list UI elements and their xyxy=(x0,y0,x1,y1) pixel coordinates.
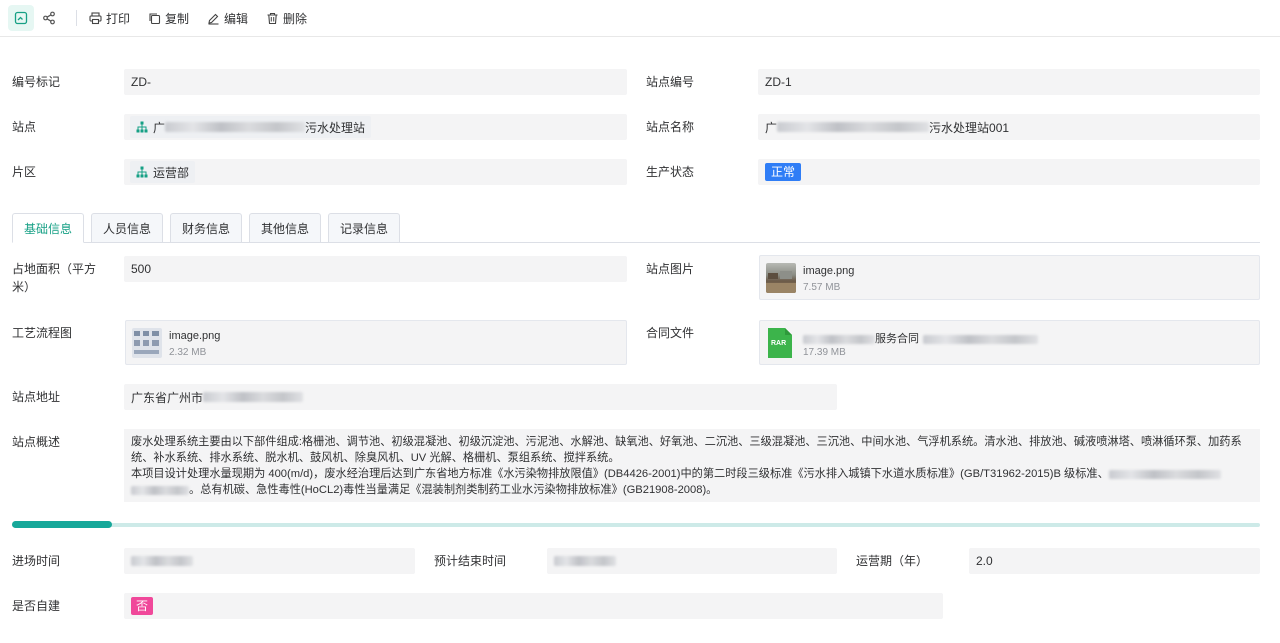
process-flow-file[interactable]: image.png 2.32 MB xyxy=(125,320,627,365)
file-size: 17.39 MB xyxy=(803,347,846,358)
share-icon[interactable] xyxy=(36,5,62,31)
operation-period-field: 2.0 xyxy=(969,548,1260,574)
overview-label: 站点概述 xyxy=(12,435,61,449)
station-name-prefix: 广 xyxy=(765,120,778,135)
address-label: 站点地址 xyxy=(12,390,61,404)
overview-line: 本项目设计处理水量现期为 400(m/d)，废水经治理后达到广东省地方标准《水污… xyxy=(131,466,1253,482)
overview-line-3: 本项目设计处理水量现期为 400(m/d)，废水经治理后达到广东省地方标准《水污… xyxy=(131,468,1109,480)
redacted-text xyxy=(131,485,189,495)
image-thumbnail xyxy=(132,328,162,358)
redacted-text xyxy=(203,392,304,402)
copy-label: 复制 xyxy=(165,11,190,26)
tab-record-info[interactable]: 记录信息 xyxy=(328,213,400,243)
land-area-label: 占地面积（平方米） xyxy=(12,262,97,294)
tab-personnel-info[interactable]: 人员信息 xyxy=(91,213,163,243)
overview-line-4: 。总有机碳、急性毒性(HoCL2)毒性当量满足《混装制剂类制药工业水污染物排放标… xyxy=(189,484,718,496)
station-name-label: 站点名称 xyxy=(646,120,695,134)
copy-button[interactable]: 复制 xyxy=(148,10,189,27)
self-built-badge: 否 xyxy=(131,597,154,615)
delete-button[interactable]: 删除 xyxy=(266,10,307,27)
land-area-value: 500 xyxy=(131,262,152,276)
station-suffix: 污水处理站 xyxy=(305,120,366,135)
org-tree-icon xyxy=(136,121,148,133)
station-prefix: 广 xyxy=(153,120,166,135)
redacted-text xyxy=(923,334,1038,344)
redacted-text xyxy=(777,122,930,132)
address-field: 广东省广州市 xyxy=(124,384,837,410)
contract-file[interactable]: RAR 服务合同 17.39 MB xyxy=(759,320,1260,365)
station-name-field: 广 污水处理站001 xyxy=(758,114,1260,140)
contract-name-mid: 服务合同 xyxy=(875,333,919,345)
redacted-text xyxy=(1108,469,1221,479)
tab-basic-info[interactable]: 基础信息 xyxy=(12,213,84,243)
prod-status-field: 正常 xyxy=(758,159,1260,185)
overview-line: 。总有机碳、急性毒性(HoCL2)毒性当量满足《混装制剂类制药工业水污染物排放标… xyxy=(131,482,1253,498)
overview-line: 废水处理系统主要由以下部件组成:格栅池、调节池、初级混凝池、初级沉淀池、污泥池、… xyxy=(131,436,1242,448)
toolbar: 打印 复制 编辑 删除 xyxy=(0,0,1280,37)
preview-icon[interactable] xyxy=(8,5,34,31)
org-tree-icon xyxy=(136,166,148,178)
land-area-field: 500 xyxy=(124,256,627,282)
copy-icon xyxy=(149,12,161,24)
redacted-text xyxy=(803,334,875,344)
station-label: 站点 xyxy=(12,120,37,134)
station-chip[interactable]: 广 污水处理站 xyxy=(130,116,372,138)
planned-end-label: 预计结束时间 xyxy=(434,554,507,568)
station-code-field: ZD-1 xyxy=(758,69,1260,95)
redacted-text xyxy=(131,556,193,566)
code-mark-value: ZD- xyxy=(131,75,151,89)
entry-time-field xyxy=(124,548,415,574)
tab-finance-info[interactable]: 财务信息 xyxy=(170,213,242,243)
overview-text: 废水处理系统主要由以下部件组成:格栅池、调节池、初级混凝池、初级沉淀池、污泥池、… xyxy=(124,429,1260,502)
process-flow-label: 工艺流程图 xyxy=(12,326,73,340)
trash-icon xyxy=(267,12,278,24)
redacted-text xyxy=(554,556,616,566)
file-name: image.png xyxy=(803,265,855,277)
progress-bar xyxy=(12,521,1260,528)
file-name: 服务合同 xyxy=(803,330,1038,346)
image-thumbnail xyxy=(766,263,796,293)
delete-label: 删除 xyxy=(283,11,308,26)
edit-icon xyxy=(208,13,219,25)
area-chip[interactable]: 运营部 xyxy=(130,161,196,183)
print-label: 打印 xyxy=(106,11,131,26)
status-badge: 正常 xyxy=(765,163,802,181)
file-size: 2.32 MB xyxy=(169,347,207,358)
station-name-suffix: 污水处理站001 xyxy=(929,120,1010,135)
edit-label: 编辑 xyxy=(224,11,249,26)
file-name: image.png xyxy=(169,330,221,342)
planned-end-field xyxy=(547,548,837,574)
station-image-label: 站点图片 xyxy=(646,262,695,276)
self-built-field: 否 xyxy=(124,593,943,619)
print-button[interactable]: 打印 xyxy=(89,10,130,27)
prod-status-label: 生产状态 xyxy=(646,165,695,179)
operation-period-value: 2.0 xyxy=(976,554,993,568)
area-label: 片区 xyxy=(12,165,37,179)
station-field: 广 污水处理站 xyxy=(124,114,627,140)
progress-fill xyxy=(12,521,112,528)
self-built-label: 是否自建 xyxy=(12,599,61,613)
operation-period-label: 运营期（年） xyxy=(856,554,929,568)
entry-time-label: 进场时间 xyxy=(12,554,61,568)
area-field: 运营部 xyxy=(124,159,627,185)
address-value: 广东省广州市 xyxy=(131,390,204,405)
code-mark-field: ZD- xyxy=(124,69,627,95)
tab-bar: 基础信息 人员信息 财务信息 其他信息 记录信息 xyxy=(12,213,1260,243)
rar-badge: RAR xyxy=(771,340,787,347)
contract-label: 合同文件 xyxy=(646,326,695,340)
rar-file-icon: RAR xyxy=(766,327,793,359)
code-mark-label: 编号标记 xyxy=(12,75,61,89)
area-value: 运营部 xyxy=(153,165,190,180)
edit-button[interactable]: 编辑 xyxy=(207,10,248,27)
redacted-text xyxy=(165,122,306,132)
station-code-label: 站点编号 xyxy=(646,75,695,89)
tab-other-info[interactable]: 其他信息 xyxy=(249,213,321,243)
station-image-file[interactable]: image.png 7.57 MB xyxy=(759,255,1260,300)
printer-icon xyxy=(89,11,102,24)
station-code-value: ZD-1 xyxy=(765,75,792,89)
overview-line: 统、补水系统、排水系统、脱水机、鼓风机、除臭风机、UV 光解、格栅机、泵组系统、… xyxy=(131,452,620,464)
toolbar-divider xyxy=(76,10,77,26)
file-size: 7.57 MB xyxy=(803,282,841,293)
